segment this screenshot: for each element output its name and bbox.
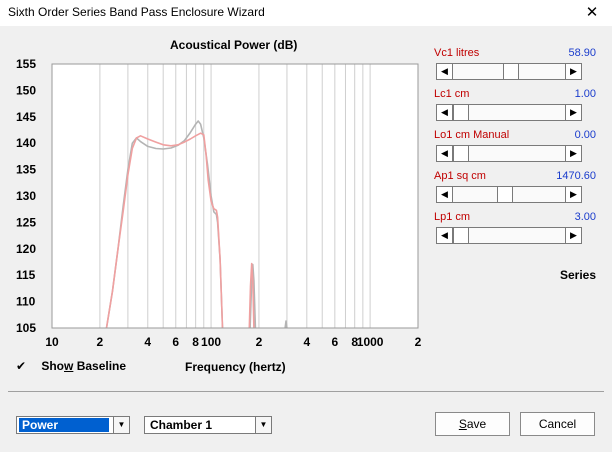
- scroll-right-icon[interactable]: ▶: [565, 64, 581, 79]
- y-tick-label: 110: [16, 295, 36, 309]
- y-tick-label: 155: [16, 57, 36, 71]
- param-label: Vc1 litres: [434, 47, 480, 59]
- vc1-scrollbar[interactable]: ◀ ▶: [436, 63, 582, 80]
- divider: [8, 391, 604, 392]
- y-tick-label: 125: [16, 215, 36, 229]
- x-tick-label: 4: [303, 335, 310, 349]
- x-tick-label: 100: [201, 335, 221, 349]
- scroll-thumb[interactable]: [502, 64, 519, 79]
- scroll-thumb[interactable]: [453, 105, 469, 120]
- x-tick-label: 1000: [357, 335, 384, 349]
- x-tick-label: 10: [45, 335, 59, 349]
- cancel-button[interactable]: Cancel: [520, 412, 595, 436]
- scroll-left-icon[interactable]: ◀: [437, 64, 453, 79]
- scroll-left-icon[interactable]: ◀: [437, 228, 453, 243]
- y-tick-label: 120: [16, 242, 36, 256]
- baseline-curve: [284, 320, 288, 329]
- chamber-select[interactable]: Chamber 1 ▼: [144, 416, 272, 434]
- lp1-scrollbar[interactable]: ◀ ▶: [436, 227, 582, 244]
- ap1-scrollbar[interactable]: ◀ ▶: [436, 186, 582, 203]
- view-select[interactable]: Power ▼: [16, 416, 130, 434]
- close-icon[interactable]: ✕: [572, 0, 612, 26]
- param-value: 1470.60: [556, 170, 596, 182]
- chevron-down-icon[interactable]: ▼: [113, 417, 129, 433]
- save-button[interactable]: Save: [435, 412, 510, 436]
- param-label: Lc1 cm: [434, 88, 470, 100]
- lc1-scrollbar[interactable]: ◀ ▶: [436, 104, 582, 121]
- param-value: 1.00: [574, 88, 596, 100]
- checkmark-icon[interactable]: ✔: [16, 359, 29, 373]
- window-title: Sixth Order Series Band Pass Enclosure W…: [8, 5, 265, 19]
- param-value: 3.00: [574, 211, 596, 223]
- show-baseline-checkbox[interactable]: ✔ Show Baseline: [16, 359, 126, 373]
- x-tick-label: 6: [172, 335, 179, 349]
- x-tick-label: 6: [331, 335, 338, 349]
- scroll-right-icon[interactable]: ▶: [565, 105, 581, 120]
- scroll-right-icon[interactable]: ▶: [565, 146, 581, 161]
- scroll-right-icon[interactable]: ▶: [565, 228, 581, 243]
- scroll-left-icon[interactable]: ◀: [437, 105, 453, 120]
- x-tick-label: 2: [415, 335, 422, 349]
- x-tick-label: 4: [144, 335, 151, 349]
- y-tick-label: 140: [16, 136, 36, 150]
- title-bar: Sixth Order Series Band Pass Enclosure W…: [0, 0, 612, 26]
- scroll-left-icon[interactable]: ◀: [437, 146, 453, 161]
- power-chart: 10511011512012513013514014515015510 2 4 6 8 1…: [16, 57, 422, 349]
- y-tick-label: 130: [16, 189, 36, 203]
- scroll-left-icon[interactable]: ◀: [437, 187, 453, 202]
- y-tick-label: 145: [16, 110, 36, 124]
- scroll-thumb[interactable]: [453, 228, 469, 243]
- x-tick-label: 8: [192, 335, 199, 349]
- param-value: 0.00: [574, 129, 596, 141]
- scroll-right-icon[interactable]: ▶: [565, 187, 581, 202]
- chart-title: Acoustical Power (dB): [170, 38, 298, 52]
- y-tick-label: 150: [16, 83, 36, 97]
- param-label: Lo1 cm Manual: [434, 129, 510, 141]
- view-select-value: Power: [19, 418, 109, 432]
- lo1-scrollbar[interactable]: ◀ ▶: [436, 145, 582, 162]
- chevron-down-icon[interactable]: ▼: [255, 417, 271, 433]
- y-tick-label: 105: [16, 321, 36, 335]
- chamber-select-value: Chamber 1: [150, 418, 213, 432]
- x-axis-label: Frequency (hertz): [185, 360, 286, 374]
- y-tick-label: 135: [16, 163, 36, 177]
- param-label: Lp1 cm: [434, 211, 471, 223]
- x-tick-label: 2: [256, 335, 263, 349]
- scroll-thumb[interactable]: [453, 146, 469, 161]
- x-tick-label: 2: [97, 335, 104, 349]
- scroll-thumb[interactable]: [497, 187, 514, 202]
- series-label: Series: [560, 268, 597, 282]
- param-label: Ap1 sq cm: [434, 170, 486, 182]
- y-tick-label: 115: [16, 268, 36, 282]
- param-value: 58.90: [568, 47, 596, 59]
- show-baseline-label: Show Baseline: [41, 359, 127, 373]
